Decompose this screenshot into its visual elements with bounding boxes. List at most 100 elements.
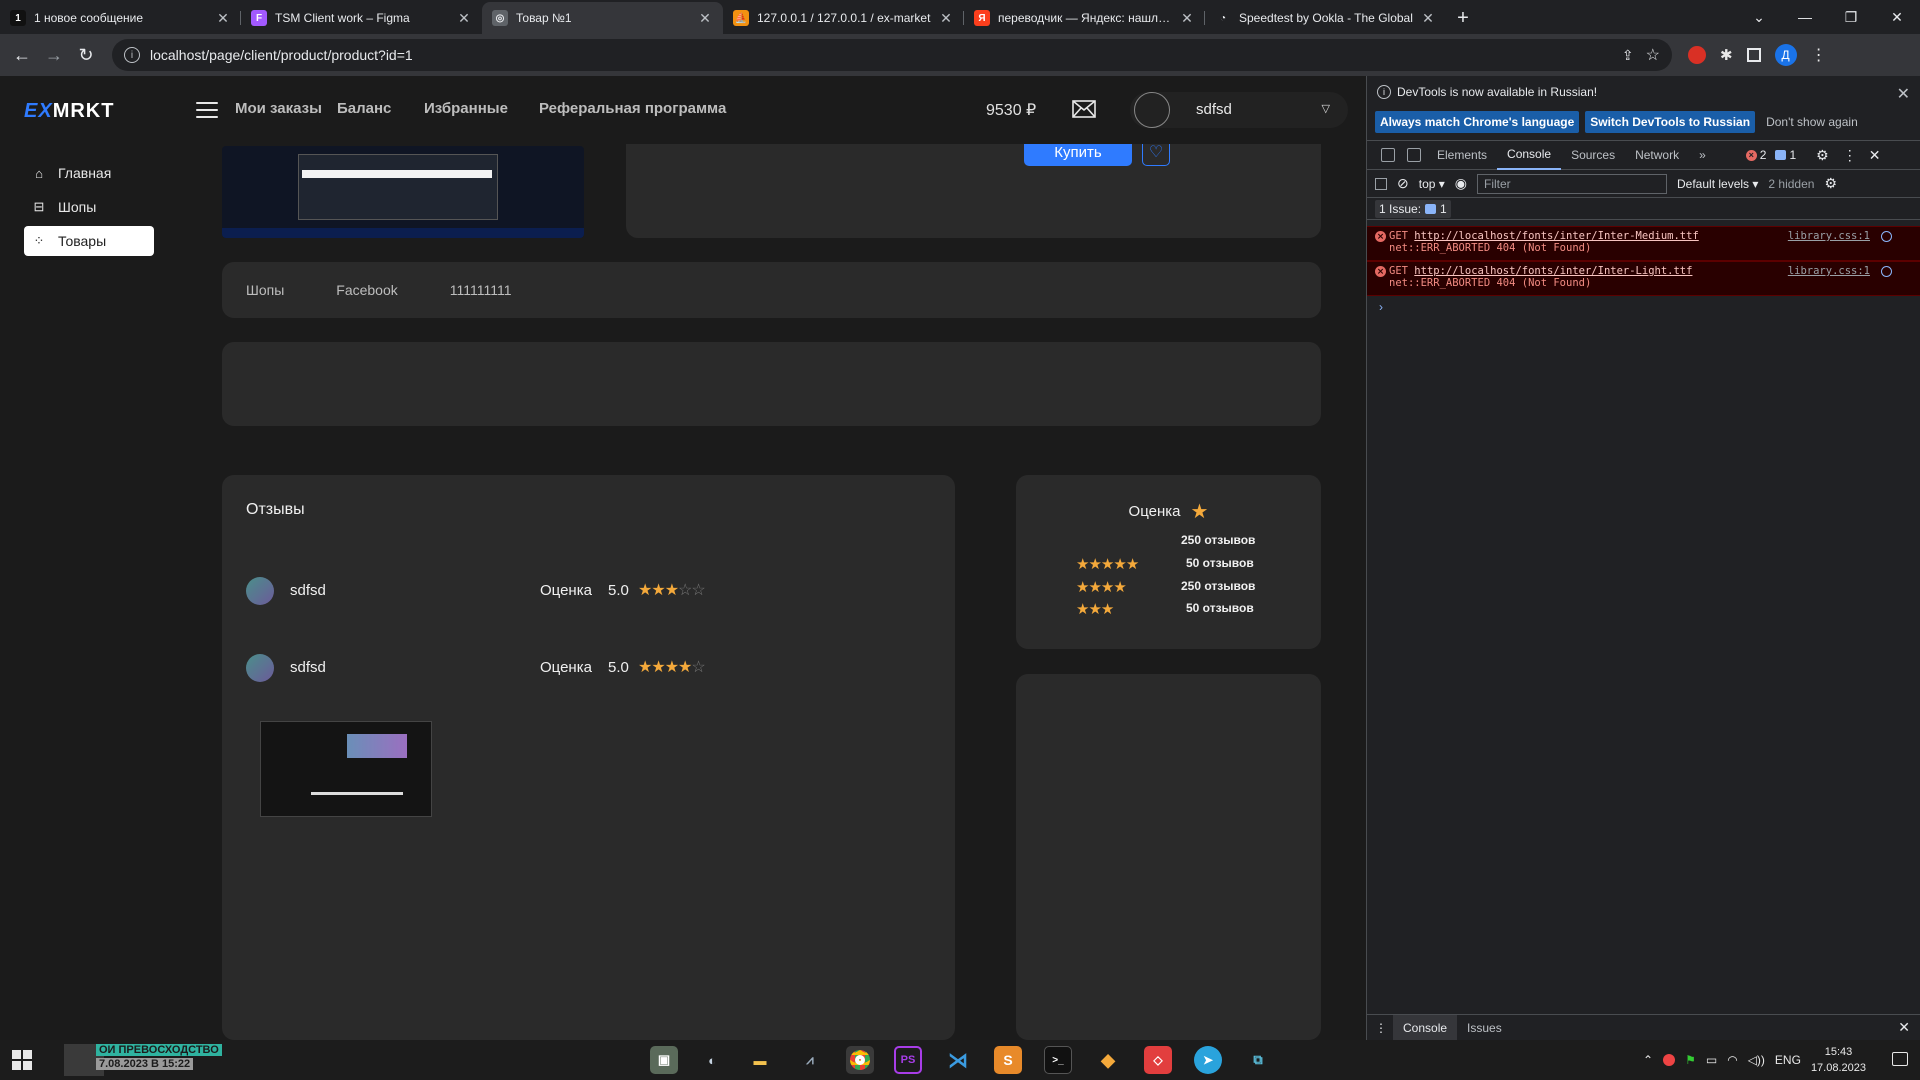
photos-app-icon[interactable]: ▣ bbox=[650, 1046, 678, 1074]
browser-tab-active[interactable]: ◎ Товар №1 ✕ bbox=[482, 2, 723, 34]
address-bar[interactable]: i localhost/page/client/product/product?… bbox=[112, 39, 1672, 71]
battery-icon[interactable]: ▭ bbox=[1706, 1053, 1717, 1067]
sublime-app-icon[interactable]: S bbox=[994, 1046, 1022, 1074]
menu-burger-icon[interactable] bbox=[196, 102, 218, 118]
close-notice-icon[interactable]: ✕ bbox=[1897, 84, 1910, 104]
volume-icon[interactable]: ◁)) bbox=[1748, 1053, 1765, 1067]
share-icon[interactable]: ⇪ bbox=[1622, 47, 1634, 64]
nav-my-orders[interactable]: Мои заказы bbox=[235, 100, 322, 117]
tab-console[interactable]: Console bbox=[1497, 140, 1562, 170]
filter-input[interactable]: Filter bbox=[1477, 173, 1667, 194]
tab-network[interactable]: Network bbox=[1625, 140, 1689, 170]
issues-link[interactable]: 1 Issue: 1 bbox=[1375, 199, 1451, 218]
network-app-icon[interactable]: ⧉ bbox=[1244, 1046, 1272, 1074]
console-error-row[interactable]: × GET http://localhost/fonts/inter/Inter… bbox=[1367, 226, 1920, 261]
close-tab-icon[interactable]: ✕ bbox=[1420, 10, 1436, 27]
language-indicator[interactable]: ENG bbox=[1775, 1053, 1801, 1067]
close-tab-icon[interactable]: ✕ bbox=[938, 10, 954, 27]
browser-tab[interactable]: ⛵ 127.0.0.1 / 127.0.0.1 / ex-market ✕ bbox=[723, 2, 964, 34]
close-window-icon[interactable]: ✕ bbox=[1874, 0, 1920, 34]
telegram-app-icon[interactable]: ➤ bbox=[1194, 1046, 1222, 1074]
tab-search-icon[interactable]: ⌄ bbox=[1736, 0, 1782, 34]
tab-elements[interactable]: Elements bbox=[1427, 140, 1497, 170]
log-levels-dropdown[interactable]: Default levels ▾ bbox=[1677, 177, 1758, 191]
source-link[interactable]: library.css:1 bbox=[1788, 265, 1870, 277]
vscode-app-icon[interactable]: ⋊ bbox=[944, 1046, 972, 1074]
device-toolbar-icon[interactable] bbox=[1407, 148, 1421, 162]
more-tabs-icon[interactable]: » bbox=[1689, 140, 1716, 170]
sidebar-item-shops[interactable]: ⊟ Шопы bbox=[24, 192, 154, 222]
file-explorer-icon[interactable]: ▬ bbox=[746, 1046, 774, 1074]
inspect-element-icon[interactable] bbox=[1381, 148, 1395, 162]
reload-icon[interactable]: ↻ bbox=[72, 41, 100, 69]
news-widget[interactable]: ОИ ПРЕВОСХОДСТВО 7.08.2023 В 15:22 bbox=[96, 1044, 222, 1070]
puzzle-extensions-icon[interactable]: ✱ bbox=[1720, 46, 1733, 64]
nav-referral[interactable]: Реферальная программа bbox=[539, 100, 726, 117]
close-tab-icon[interactable]: ✕ bbox=[456, 10, 472, 27]
close-tab-icon[interactable]: ✕ bbox=[697, 10, 713, 27]
dont-show-again-button[interactable]: Don't show again bbox=[1761, 111, 1863, 133]
mail-icon[interactable] bbox=[1072, 100, 1096, 118]
switch-language-button[interactable]: Switch DevTools to Russian bbox=[1585, 111, 1756, 133]
profile-avatar[interactable]: Д bbox=[1774, 44, 1797, 66]
breadcrumb-item[interactable]: Шопы bbox=[246, 282, 284, 298]
chrome-app-icon[interactable] bbox=[846, 1046, 874, 1074]
bookmark-star-icon[interactable]: ☆ bbox=[1646, 45, 1660, 65]
product-image[interactable] bbox=[222, 146, 584, 238]
sidebar-item-home[interactable]: ⌂ Главная bbox=[24, 158, 154, 188]
site-info-icon[interactable]: i bbox=[124, 47, 140, 63]
minimize-icon[interactable]: — bbox=[1782, 0, 1828, 34]
browser-tab[interactable]: ◔ Speedtest by Ookla - The Global ✕ bbox=[1205, 2, 1446, 34]
notifications-icon[interactable] bbox=[1892, 1052, 1908, 1066]
drawer-tab-issues[interactable]: Issues bbox=[1457, 1015, 1512, 1041]
tray-chevron-icon[interactable]: ⌃ bbox=[1643, 1053, 1653, 1067]
devtools-menu-icon[interactable]: ⋮ bbox=[1843, 147, 1857, 164]
resource-monitor-icon[interactable]: ⩘ bbox=[796, 1046, 824, 1074]
drawer-menu-icon[interactable]: ⋮ bbox=[1375, 1021, 1387, 1035]
sidebar-item-products[interactable]: ⁘ Товары bbox=[24, 226, 154, 256]
tray-app-icon[interactable] bbox=[1663, 1054, 1676, 1066]
close-tab-icon[interactable]: ✕ bbox=[1179, 10, 1195, 27]
chrome-menu-icon[interactable]: ⋮ bbox=[1811, 45, 1827, 65]
phpstorm-app-icon[interactable]: PS bbox=[894, 1046, 922, 1074]
sidebar-toggle-icon[interactable] bbox=[1375, 177, 1387, 190]
site-logo[interactable]: EXMRKT bbox=[24, 100, 114, 123]
tray-flag-icon[interactable]: ⚑ bbox=[1685, 1053, 1696, 1067]
console-error-row[interactable]: × GET http://localhost/fonts/inter/Inter… bbox=[1367, 261, 1920, 296]
extension-icon[interactable] bbox=[1688, 46, 1706, 64]
close-devtools-icon[interactable]: ✕ bbox=[1869, 147, 1881, 164]
restore-icon[interactable]: ❐ bbox=[1828, 0, 1874, 34]
nav-balance[interactable]: Баланс bbox=[337, 100, 391, 117]
tab-sources[interactable]: Sources bbox=[1561, 140, 1625, 170]
windows-start-icon[interactable] bbox=[12, 1050, 32, 1070]
breadcrumb-item[interactable]: Facebook bbox=[336, 282, 397, 298]
url-text[interactable]: localhost/page/client/product/product?id… bbox=[150, 47, 1622, 63]
source-link[interactable]: library.css:1 bbox=[1788, 230, 1870, 242]
browser-tab[interactable]: Я переводчик — Яндекс: нашлось ✕ bbox=[964, 2, 1205, 34]
user-menu[interactable]: sdfsd ▽ bbox=[1130, 92, 1348, 128]
git-app-icon[interactable]: ◆ bbox=[1094, 1046, 1122, 1074]
nav-favorites[interactable]: Избранные bbox=[424, 100, 508, 117]
new-tab-button[interactable]: + bbox=[1446, 2, 1480, 34]
browser-tab[interactable]: F TSM Client work – Figma ✕ bbox=[241, 2, 482, 34]
anydesk-app-icon[interactable]: ◇ bbox=[1144, 1046, 1172, 1074]
error-count-badge[interactable]: × 2 1 bbox=[1745, 148, 1796, 162]
live-expression-eye-icon[interactable]: ◉ bbox=[1455, 175, 1467, 192]
close-tab-icon[interactable]: ✕ bbox=[215, 10, 231, 27]
network-globe-icon[interactable] bbox=[1881, 266, 1892, 277]
network-globe-icon[interactable] bbox=[1881, 231, 1892, 242]
browser-tab[interactable]: 1 1 новое сообщение ✕ bbox=[0, 2, 241, 34]
drawer-tab-console[interactable]: Console bbox=[1393, 1014, 1458, 1041]
settings-gear-icon[interactable]: ⚙ bbox=[1816, 147, 1829, 164]
error-url-link[interactable]: http://localhost/fonts/inter/Inter-Mediu… bbox=[1414, 230, 1698, 242]
wifi-icon[interactable]: ◠ bbox=[1727, 1053, 1737, 1067]
forward-icon[interactable]: → bbox=[40, 41, 68, 69]
terminal-app-icon[interactable]: >_ bbox=[1044, 1046, 1072, 1074]
match-language-button[interactable]: Always match Chrome's language bbox=[1375, 111, 1580, 133]
review-attachment-image[interactable] bbox=[260, 721, 432, 817]
close-drawer-icon[interactable]: ✕ bbox=[1898, 1019, 1910, 1036]
back-icon[interactable]: ← bbox=[8, 41, 36, 69]
steam-app-icon[interactable]: ◐ bbox=[698, 1046, 726, 1074]
console-settings-icon[interactable]: ⚙ bbox=[1824, 175, 1837, 192]
clock[interactable]: 15:43 17.08.2023 bbox=[1811, 1044, 1866, 1076]
